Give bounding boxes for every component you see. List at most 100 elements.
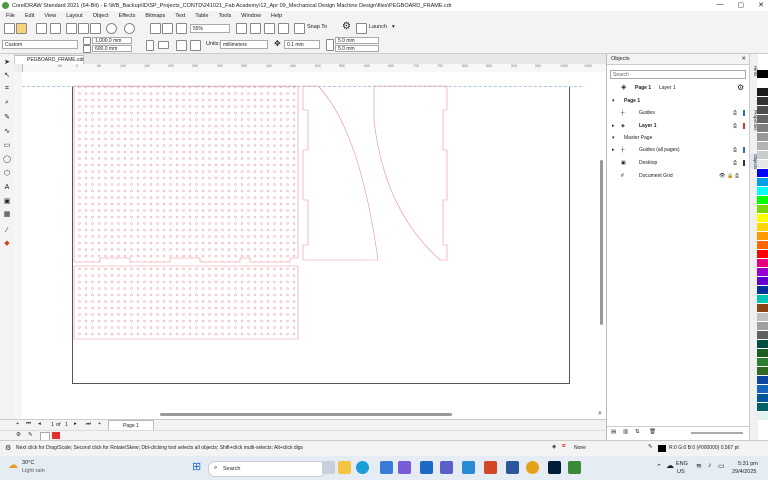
new-master-layer-icon[interactable]: ▥ [623, 429, 628, 435]
zoom-navigator-icon[interactable]: ⌕ [598, 410, 602, 418]
objects-search-input[interactable]: Search [610, 70, 746, 79]
palette-swatch[interactable] [757, 331, 768, 340]
palette-pen-icon[interactable]: ✎ [28, 432, 33, 438]
docker-zoom-slider[interactable] [691, 432, 743, 434]
word-icon[interactable] [506, 461, 519, 474]
palette-swatch[interactable] [757, 268, 768, 277]
palette-swatch[interactable] [757, 277, 768, 286]
palette-swatch[interactable] [757, 295, 768, 304]
previous-page-button[interactable]: ◂ [38, 421, 41, 427]
palette-swatch[interactable] [757, 106, 768, 115]
tree-row-guides-all-pages[interactable]: ▸ ┼ Guides (all pages) ⎙ [607, 144, 750, 156]
palette-swatch[interactable] [757, 286, 768, 295]
palette-swatch[interactable] [757, 178, 768, 187]
palette-swatch[interactable] [757, 196, 768, 205]
expand-icon[interactable]: ▸ [612, 144, 615, 156]
palette-swatch[interactable] [757, 394, 768, 403]
file-explorer-icon[interactable] [338, 461, 351, 474]
palette-swatch[interactable] [757, 322, 768, 331]
palette-swatch[interactable] [757, 304, 768, 313]
palette-swatch[interactable] [757, 259, 768, 268]
print-toggle-icon[interactable]: ⎙ [733, 107, 737, 119]
print-toggle-icon[interactable]: ⎙ [733, 120, 737, 132]
chrome-icon[interactable] [526, 461, 539, 474]
palette-swatch[interactable] [757, 223, 768, 232]
status-gear-icon[interactable]: ⚙ [5, 444, 11, 452]
pegboard-panel-large[interactable] [73, 85, 299, 263]
pegboard-panel-small[interactable] [73, 265, 299, 340]
palette-swatch[interactable] [757, 79, 768, 88]
palette-swatch[interactable] [757, 142, 768, 151]
next-page-button[interactable]: ▸ [74, 421, 77, 427]
print-toggle-icon[interactable]: ⎙ [735, 170, 739, 182]
palette-swatch[interactable] [757, 70, 768, 79]
palette-swatch[interactable] [757, 376, 768, 385]
task-view-icon[interactable] [322, 461, 335, 474]
lock-icon[interactable]: 🔒 [727, 170, 733, 182]
palette-swatch[interactable] [757, 205, 768, 214]
collapse-icon[interactable]: ▾ [612, 132, 615, 144]
tray-chevron-up-icon[interactable]: ⌃ [656, 463, 662, 471]
drawing-app-icon[interactable] [462, 461, 475, 474]
print-toggle-icon[interactable]: ⎙ [733, 144, 737, 156]
photoshop-icon[interactable] [548, 461, 561, 474]
palette-swatch[interactable] [757, 214, 768, 223]
clock-date[interactable]: 29/4/2025 [732, 469, 756, 475]
palette-swatch[interactable] [757, 358, 768, 367]
tree-row-master-page[interactable]: ▾ Master Page [607, 132, 750, 144]
first-page-button[interactable]: ⏮ [26, 421, 31, 428]
add-page-after-button[interactable]: + [98, 421, 101, 427]
palette-swatch[interactable] [757, 385, 768, 394]
docker-options-gear-icon[interactable]: ⚙ [737, 82, 744, 94]
palette-swatch[interactable] [757, 115, 768, 124]
volume-icon[interactable]: ♪ [708, 462, 712, 469]
photos-icon[interactable] [398, 461, 411, 474]
palette-swatch[interactable] [757, 160, 768, 169]
maximize-button[interactable]: ▢ [738, 1, 745, 9]
outlook-icon[interactable] [420, 461, 433, 474]
visibility-icon[interactable]: 👁 [719, 170, 725, 182]
taskbar-search-box[interactable]: ⌕ Search [208, 461, 326, 477]
battery-icon[interactable]: ▭ [718, 462, 725, 470]
horizontal-scrollbar[interactable] [160, 413, 452, 416]
minimize-button[interactable]: — [717, 1, 724, 9]
palette-swatch[interactable] [757, 412, 768, 421]
palette-swatch[interactable] [757, 232, 768, 241]
clock-time[interactable]: 5:31 pm [738, 461, 758, 467]
palette-swatch[interactable] [757, 133, 768, 142]
weather-icon[interactable]: ☁ [8, 460, 18, 471]
delete-icon[interactable]: 🗑 [649, 429, 656, 435]
palette-swatch[interactable] [757, 97, 768, 106]
tree-row-page-1[interactable]: ▾ Page 1 [607, 95, 750, 107]
frame-side-curved[interactable] [302, 85, 379, 261]
print-toggle-icon[interactable]: ⎙ [733, 157, 737, 169]
coreldraw-taskbar-icon[interactable] [568, 461, 581, 474]
tree-row-document-grid[interactable]: # Document Grid 👁 🔒 ⎙ [607, 170, 750, 182]
frame-side-curved-2[interactable] [373, 85, 448, 261]
tree-row-desktop[interactable]: ▣ Desktop ⎙ [607, 157, 750, 169]
palette-swatch[interactable] [757, 124, 768, 133]
tree-row-layer-1[interactable]: ▸ ◈ Layer 1 ⎙ [607, 120, 750, 132]
palette-swatch[interactable] [757, 367, 768, 376]
palette-swatch[interactable] [757, 403, 768, 412]
edge-icon[interactable] [356, 461, 369, 474]
pegboard-drawing[interactable] [0, 0, 606, 419]
language-label[interactable]: ENG [676, 461, 688, 467]
palette-swatch[interactable] [757, 187, 768, 196]
close-button[interactable]: ✕ [758, 1, 764, 9]
move-layer-icon[interactable]: ⇅ [635, 429, 640, 435]
palette-swatch[interactable] [757, 349, 768, 358]
palette-swatch[interactable] [757, 169, 768, 178]
last-page-button[interactable]: ⏭ [86, 421, 91, 428]
collapse-icon[interactable]: ▾ [612, 95, 615, 107]
palette-swatch[interactable] [757, 340, 768, 349]
vertical-scrollbar[interactable] [600, 160, 603, 325]
palette-swatch[interactable] [757, 250, 768, 259]
palette-swatch[interactable] [757, 151, 768, 160]
docker-close-icon[interactable]: ✕ [741, 54, 746, 65]
store-icon[interactable] [380, 461, 393, 474]
palette-swatch[interactable] [757, 313, 768, 322]
layer-selector[interactable]: Layer 1 [659, 82, 676, 94]
new-layer-icon[interactable]: ▤ [611, 429, 616, 435]
powerpoint-icon[interactable] [484, 461, 497, 474]
